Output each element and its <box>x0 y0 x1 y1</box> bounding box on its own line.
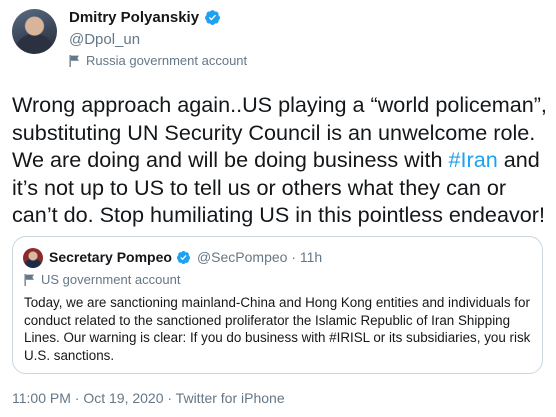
quoted-tweet-text: Today, we are sanctioning mainland-China… <box>24 295 531 363</box>
hashtag-link[interactable]: #Iran <box>449 147 498 172</box>
flag-icon <box>24 273 34 286</box>
quoted-author-name[interactable]: Secretary Pompeo <box>49 249 172 265</box>
quoted-author-row[interactable]: Secretary Pompeo @SecPompeo · 11h <box>49 249 322 265</box>
author-name[interactable]: Dmitry Polyanskiy <box>69 9 199 26</box>
government-label-text: Russia government account <box>86 53 248 68</box>
quoted-tweet-card[interactable]: Secretary Pompeo @SecPompeo · 11h US gov… <box>12 236 543 374</box>
government-label: Russia government account <box>69 53 247 68</box>
verified-badge-icon <box>176 250 191 264</box>
quoted-government-label: US government account <box>24 272 180 287</box>
author-avatar[interactable] <box>12 9 57 54</box>
tweet-timestamp[interactable]: 11:00 PM · Oct 19, 2020 · Twitter for iP… <box>12 390 285 406</box>
flag-icon <box>69 54 79 67</box>
quoted-government-label-text: US government account <box>41 272 181 287</box>
quoted-author-avatar[interactable] <box>23 248 43 268</box>
author-name-row[interactable]: Dmitry Polyanskiy <box>69 9 221 26</box>
tweet-text: Wrong approach again..US playing a “worl… <box>12 91 548 229</box>
quoted-author-handle[interactable]: @SecPompeo · 11h <box>197 249 322 265</box>
verified-badge-icon <box>205 10 220 25</box>
author-handle[interactable]: @Dpol_un <box>69 31 140 48</box>
